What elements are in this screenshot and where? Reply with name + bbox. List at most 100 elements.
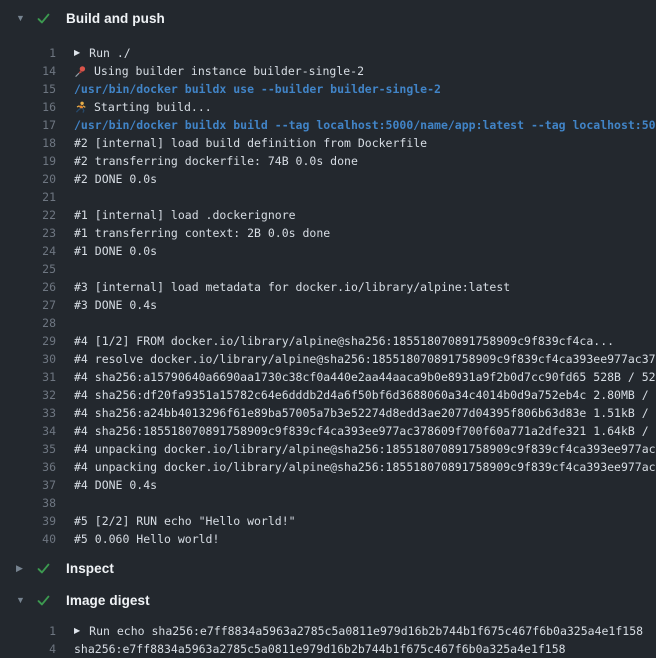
line-number[interactable]: 19 <box>0 152 56 170</box>
log-line: 15 /usr/bin/docker buildx use --builder … <box>0 80 656 98</box>
log-text: #4 DONE 0.4s <box>74 476 157 494</box>
log-line: 25 <box>0 260 656 278</box>
log-text: /usr/bin/docker buildx use --builder bui… <box>74 80 441 98</box>
run-expander-arrow[interactable]: ▶ <box>74 44 80 62</box>
sections: ▼ Build and push 1 ▶Run ./ 14 Using buil… <box>0 6 656 658</box>
line-number[interactable]: 30 <box>0 350 56 368</box>
line-number[interactable]: 1 <box>0 622 56 640</box>
log-line: 18 #2 [internal] load build definition f… <box>0 134 656 152</box>
line-number[interactable]: 28 <box>0 314 56 332</box>
step-header[interactable]: ▼ Build and push <box>0 6 656 30</box>
log-line: 32 #4 sha256:df20fa9351a15782c64e6dddb2d… <box>0 386 656 404</box>
log-text: #4 [1/2] FROM docker.io/library/alpine@s… <box>74 332 614 350</box>
step-section-inspect: ▶ Inspect <box>0 556 656 580</box>
line-number[interactable]: 23 <box>0 224 56 242</box>
line-number[interactable]: 33 <box>0 404 56 422</box>
run-expander-arrow[interactable]: ▶ <box>74 622 80 640</box>
log-text: sha256:e7ff8834a5963a2785c5a0811e979d16b… <box>74 640 566 658</box>
log-line: 30 #4 resolve docker.io/library/alpine@s… <box>0 350 656 368</box>
log-line: 31 #4 sha256:a15790640a6690aa1730c38cf0a… <box>0 368 656 386</box>
line-number[interactable]: 35 <box>0 440 56 458</box>
log-text: Using builder instance builder-single-2 <box>94 62 364 80</box>
line-number[interactable]: 15 <box>0 80 56 98</box>
log-text: #5 0.060 Hello world! <box>74 530 219 548</box>
line-number[interactable]: 4 <box>0 640 56 658</box>
line-number[interactable]: 14 <box>0 62 56 80</box>
line-number[interactable]: 27 <box>0 296 56 314</box>
log-line: 1 ▶ Run echo sha256:e7ff8834a5963a2785c5a… <box>0 622 656 640</box>
log-text: #4 unpacking docker.io/library/alpine@sh… <box>74 458 656 476</box>
check-icon <box>36 592 52 608</box>
line-number[interactable]: 32 <box>0 386 56 404</box>
log-line: 14 Using builder instance builder-single… <box>0 62 656 80</box>
log-text: #1 DONE 0.0s <box>74 242 157 260</box>
log-line: 26 #3 [internal] load metadata for docke… <box>0 278 656 296</box>
log-line: 20 #2 DONE 0.0s <box>0 170 656 188</box>
line-number[interactable]: 22 <box>0 206 56 224</box>
line-number[interactable]: 39 <box>0 512 56 530</box>
line-number[interactable]: 16 <box>0 98 56 116</box>
log-line: 40 #5 0.060 Hello world! <box>0 530 656 548</box>
line-number[interactable]: 18 <box>0 134 56 152</box>
chevron-down-icon[interactable]: ▼ <box>16 6 28 30</box>
log-line: 33 #4 sha256:a24bb4013296f61e89ba57005a7… <box>0 404 656 422</box>
step-title: Image digest <box>66 593 150 608</box>
log-text: #1 [internal] load .dockerignore <box>74 206 296 224</box>
line-number[interactable]: 26 <box>0 278 56 296</box>
line-number[interactable]: 40 <box>0 530 56 548</box>
log-text: #2 DONE 0.0s <box>74 170 157 188</box>
log-line: 23 #1 transferring context: 2B 0.0s done <box>0 224 656 242</box>
log-line: 34 #4 sha256:185518070891758909c9f839cf4… <box>0 422 656 440</box>
step-section-image-digest: ▼ Image digest 1 ▶ Run echo sha256:e7ff88… <box>0 588 656 658</box>
log-text: Run echo sha256:e7ff8834a5963a2785c5a081… <box>89 622 643 640</box>
line-number[interactable]: 17 <box>0 116 56 134</box>
log-text: #4 unpacking docker.io/library/alpine@sh… <box>74 440 656 458</box>
log-text: #5 [2/2] RUN echo "Hello world!" <box>74 512 296 530</box>
log-text: #2 [internal] load build definition from… <box>74 134 427 152</box>
log-line: 35 #4 unpacking docker.io/library/alpine… <box>0 440 656 458</box>
log-line: 17 /usr/bin/docker buildx build --tag lo… <box>0 116 656 134</box>
line-number[interactable]: 25 <box>0 260 56 278</box>
log-line: 24 #1 DONE 0.0s <box>0 242 656 260</box>
check-icon <box>36 10 52 26</box>
log-line: 16 Starting build... <box>0 98 656 116</box>
log-text: #4 resolve docker.io/library/alpine@sha2… <box>74 350 656 368</box>
line-number[interactable]: 34 <box>0 422 56 440</box>
runner-icon <box>74 101 87 114</box>
log-text: #1 transferring context: 2B 0.0s done <box>74 224 330 242</box>
check-icon <box>36 560 52 576</box>
log-text: /usr/bin/docker buildx build --tag local… <box>74 116 656 134</box>
chevron-down-icon[interactable]: ▼ <box>16 588 28 612</box>
log-text: #4 sha256:a15790640a6690aa1730c38cf0a440… <box>74 368 656 386</box>
log-line: 22 #1 [internal] load .dockerignore <box>0 206 656 224</box>
line-number[interactable]: 36 <box>0 458 56 476</box>
line-number[interactable]: 37 <box>0 476 56 494</box>
log-line: 39 #5 [2/2] RUN echo "Hello world!" <box>0 512 656 530</box>
step-title: Build and push <box>66 11 165 26</box>
step-title: Inspect <box>66 561 114 576</box>
log-line: 28 <box>0 314 656 332</box>
log-text: #3 [internal] load metadata for docker.i… <box>74 278 510 296</box>
log-text: #3 DONE 0.4s <box>74 296 157 314</box>
line-number[interactable]: 1 <box>0 44 56 62</box>
log-text: Starting build... <box>94 98 212 116</box>
log-line: 29 #4 [1/2] FROM docker.io/library/alpin… <box>0 332 656 350</box>
step-header[interactable]: ▼ Image digest <box>0 588 656 612</box>
log-line: 27 #3 DONE 0.4s <box>0 296 656 314</box>
line-number[interactable]: 21 <box>0 188 56 206</box>
line-number[interactable]: 24 <box>0 242 56 260</box>
step-log-lines: 1 ▶ Run ./ 14 Using builder instance buil… <box>0 30 656 550</box>
log-line: 21 <box>0 188 656 206</box>
actions-log-viewer: ▼ Build and push 1 ▶Run ./ 14 Using buil… <box>0 0 656 658</box>
log-line: 19 #2 transferring dockerfile: 74B 0.0s … <box>0 152 656 170</box>
log-line: 36 #4 unpacking docker.io/library/alpine… <box>0 458 656 476</box>
line-number[interactable]: 31 <box>0 368 56 386</box>
log-text: Run ./ <box>89 44 131 62</box>
log-line: 1 ▶ Run ./ <box>0 44 656 62</box>
line-number[interactable]: 20 <box>0 170 56 188</box>
line-number[interactable]: 29 <box>0 332 56 350</box>
log-line: 38 <box>0 494 656 512</box>
chevron-right-icon[interactable]: ▶ <box>16 556 28 580</box>
line-number[interactable]: 38 <box>0 494 56 512</box>
step-header[interactable]: ▶ Inspect <box>0 556 656 580</box>
